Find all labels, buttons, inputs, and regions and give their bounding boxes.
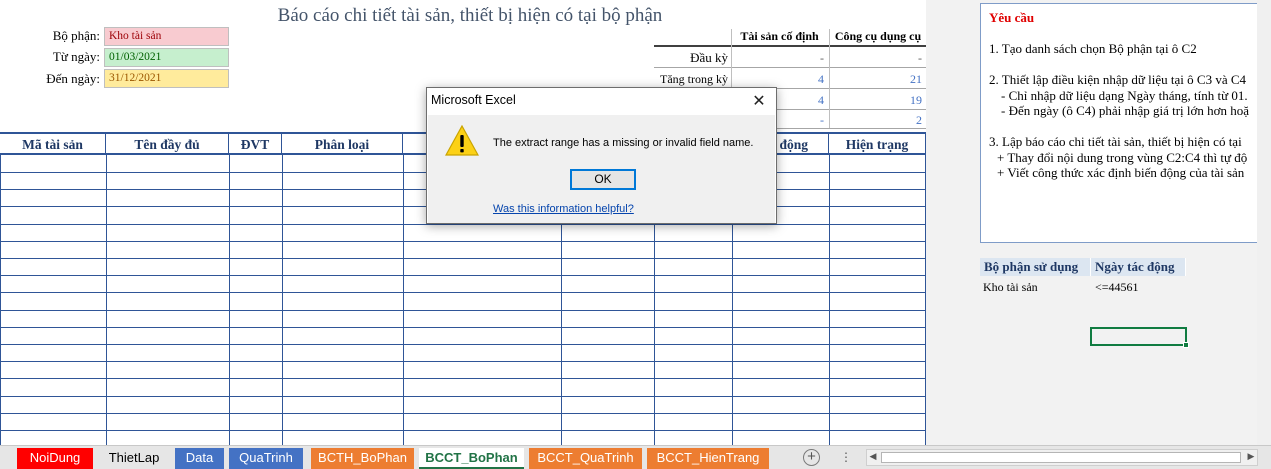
grid-column-line <box>229 155 230 445</box>
sheet-tab-bcct_hientrang[interactable]: BCCT_HienTrang <box>647 448 769 469</box>
header-unit[interactable]: ĐVT <box>229 134 282 155</box>
sheet-tab-noidung[interactable]: NoiDung <box>17 448 93 469</box>
requirements-textbox[interactable]: Yêu cầu 1. Tạo danh sách chọn Bộ phận tạ… <box>980 3 1271 243</box>
more-tabs-icon[interactable]: ⋮ <box>840 450 852 464</box>
from-date-label: Từ ngày: <box>52 49 100 64</box>
criteria-header-department[interactable]: Bộ phận sử dụng <box>980 258 1091 276</box>
grid-column-line <box>403 155 404 445</box>
requirement-line: + Thay đổi nội dung trong vùng C2:C4 thì… <box>997 150 1248 165</box>
summary-cell[interactable]: 19 <box>830 93 926 108</box>
summary-header-fixed-assets: Tài sản cố định <box>740 29 819 43</box>
summary-cell[interactable]: 21 <box>830 72 926 87</box>
sheet-tab-bcct_bophan[interactable]: BCCT_BoPhan <box>419 448 524 469</box>
sheet-tab-bcth_bophan[interactable]: BCTH_BoPhan <box>311 448 414 469</box>
ok-button[interactable]: OK <box>570 169 636 190</box>
requirement-line: 1. Tạo danh sách chọn Bộ phận tại ô C2 <box>989 41 1197 56</box>
grid-row-line <box>0 275 926 276</box>
to-date-cell[interactable]: 31/12/2021 <box>104 69 229 88</box>
grid-row-line <box>0 241 926 242</box>
grid-column-line <box>106 155 107 445</box>
warning-icon <box>445 125 479 156</box>
grid-row-line <box>0 430 926 431</box>
close-icon[interactable]: ✕ <box>748 90 770 112</box>
report-title: Báo cáo chi tiết tài sản, thiết bị hiện … <box>277 5 663 26</box>
grid-row-line <box>0 327 926 328</box>
grid-row-line <box>0 292 926 293</box>
scroll-left-icon[interactable]: ◀ <box>867 450 879 465</box>
department-cell[interactable]: Kho tài sản <box>104 27 229 46</box>
sheet-tab-data[interactable]: Data <box>175 448 224 469</box>
header-status[interactable]: Hiện trạng <box>829 134 926 155</box>
scroll-thumb[interactable] <box>881 452 1241 463</box>
requirement-line: - Đến ngày (ô C4) phải nhập giá trị lớn … <box>1001 103 1250 118</box>
scroll-right-icon[interactable]: ▶ <box>1245 450 1257 465</box>
header-category[interactable]: Phân loại <box>282 134 403 155</box>
help-link[interactable]: Was this information helpful? <box>493 203 634 215</box>
summary-cell[interactable]: - <box>830 51 926 66</box>
summary-row-label: Tăng trong kỳ <box>660 72 728 86</box>
sheet-tab-quatrinh[interactable]: QuaTrinh <box>229 448 303 469</box>
grid-column-line <box>282 155 283 445</box>
requirement-line: - Chỉ nhập dữ liệu dạng Ngày tháng, tính… <box>1001 88 1248 103</box>
fill-handle[interactable] <box>1183 342 1189 348</box>
requirement-line: 2. Thiết lập điều kiện nhập dữ liệu tại … <box>989 72 1247 87</box>
grid-row-line <box>0 396 926 397</box>
grid-row-line <box>0 224 926 225</box>
grid-row-line <box>0 378 926 379</box>
grid-row-line <box>0 413 926 414</box>
criteria-department-cell[interactable]: Kho tài sản <box>983 280 1038 295</box>
grid-row-line <box>0 258 926 259</box>
summary-row-label: Đầu kỳ <box>690 50 728 65</box>
to-date-label: Đến ngày: <box>46 71 100 86</box>
requirement-line: 3. Lập báo cáo chi tiết tài sản, thiết b… <box>989 134 1242 149</box>
summary-col-divider <box>829 29 830 128</box>
sheet-tab-bcct_quatrinh[interactable]: BCCT_QuaTrinh <box>529 448 642 469</box>
summary-row-divider <box>654 67 926 68</box>
criteria-header-row: Bộ phận sử dụng Ngày tác động <box>980 258 1186 276</box>
summary-header-divider <box>654 45 926 47</box>
summary-cell[interactable]: - <box>731 51 828 66</box>
dialog-title: Microsoft Excel <box>431 93 516 107</box>
grid-row-line <box>0 310 926 311</box>
grid-row-line <box>0 361 926 362</box>
requirement-line: + Viết công thức xác định biến động của … <box>997 165 1245 180</box>
error-dialog: Microsoft Excel ✕ The extract range has … <box>426 87 777 224</box>
header-full-name[interactable]: Tên đầy đủ <box>106 134 229 155</box>
sheet-tab-thietlap[interactable]: ThietLap <box>96 448 172 469</box>
horizontal-scrollbar[interactable]: ◀ ▶ <box>866 449 1258 466</box>
requirements-title: Yêu cầu <box>989 10 1035 25</box>
department-label: Bộ phận: <box>52 28 100 43</box>
add-sheet-button[interactable]: + <box>803 449 820 466</box>
dialog-body: The extract range has a missing or inval… <box>428 115 775 223</box>
selected-cell[interactable] <box>1090 327 1187 346</box>
grid-column-line <box>829 155 830 445</box>
summary-cell[interactable]: 4 <box>731 72 828 87</box>
criteria-header-date[interactable]: Ngày tác động <box>1091 258 1186 276</box>
grid-column-line <box>0 155 1 445</box>
grid-row-line <box>0 344 926 345</box>
summary-header-tools: Công cụ dụng cụ <box>834 29 922 43</box>
dialog-message: The extract range has a missing or inval… <box>493 137 754 149</box>
from-date-cell[interactable]: 01/03/2021 <box>104 48 229 67</box>
summary-cell[interactable]: 2 <box>830 113 926 128</box>
criteria-date-cell[interactable]: <=44561 <box>1095 280 1139 295</box>
vertical-scrollbar[interactable] <box>1257 0 1271 445</box>
header-asset-code[interactable]: Mã tài sản <box>0 134 106 155</box>
